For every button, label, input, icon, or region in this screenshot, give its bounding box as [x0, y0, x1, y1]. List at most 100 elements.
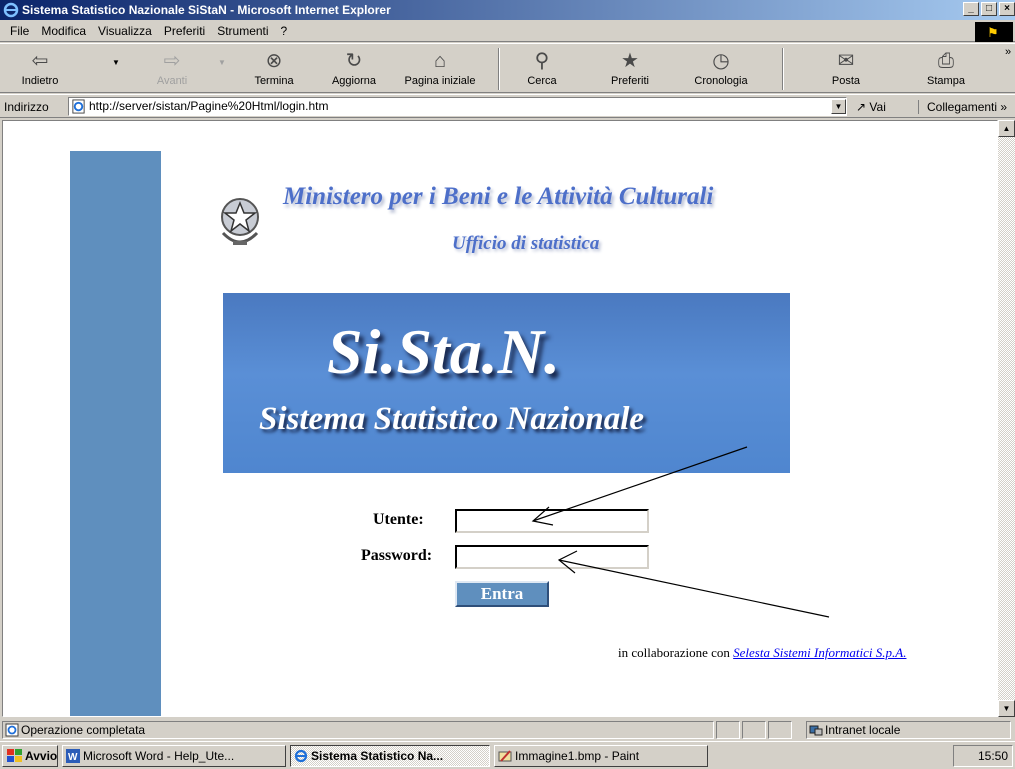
page-done-icon	[5, 723, 19, 737]
home-label: Pagina iniziale	[404, 75, 476, 87]
banner-title: Si.Sta.N.	[327, 316, 560, 387]
links-button[interactable]: Collegamenti »	[918, 100, 1007, 114]
zone-panel: Intranet locale	[806, 721, 1011, 739]
windows-flag-icon	[7, 749, 22, 762]
go-arrow-icon: ↗	[856, 100, 867, 114]
close-button[interactable]: ×	[999, 2, 1015, 16]
favorites-button[interactable]: ★ Preferiti	[598, 44, 662, 94]
svg-text:W: W	[68, 752, 78, 763]
collab-text: in collaborazione con	[618, 645, 730, 660]
start-button[interactable]: Avvio	[2, 745, 58, 767]
ie-logo-icon	[3, 2, 19, 18]
back-label: Indietro	[21, 75, 59, 87]
print-label: Stampa	[927, 75, 965, 87]
menu-modifica[interactable]: Modifica	[35, 24, 92, 38]
mail-button[interactable]: ✉ Posta	[814, 44, 878, 94]
status-panel-empty	[742, 721, 766, 739]
taskbar: Avvio W Microsoft Word - Help_Ute... Sis…	[0, 741, 1015, 769]
status-text: Operazione completata	[21, 723, 146, 737]
republic-emblem-icon	[221, 198, 259, 245]
address-dropdown-icon[interactable]: ▼	[831, 99, 846, 114]
stop-label: Termina	[254, 75, 294, 87]
refresh-icon: ↻	[345, 50, 363, 72]
sistan-banner: Si.Sta.N. Sistema Statistico Nazionale	[223, 293, 790, 473]
browser-window: Sistema Statistico Nazionale SiStaN - Mi…	[0, 0, 1015, 769]
favorites-label: Preferiti	[611, 75, 649, 87]
task-ie-label: Sistema Statistico Na...	[311, 749, 444, 763]
windows-logo-icon: ⚑	[975, 22, 1013, 42]
search-label: Cerca	[527, 75, 557, 87]
page-content: Ministero per i Beni e le Attività Cultu…	[2, 120, 998, 717]
back-arrow-icon: ⇦	[31, 50, 49, 72]
window-title: Sistema Statistico Nazionale SiStaN - Mi…	[22, 3, 391, 17]
task-ie[interactable]: Sistema Statistico Na...	[290, 745, 490, 767]
username-input[interactable]	[455, 509, 649, 533]
status-panel-empty	[716, 721, 740, 739]
print-button[interactable]: ⎙ Stampa	[914, 44, 978, 94]
intranet-zone-icon	[809, 725, 823, 736]
menu-bar: File Modifica Visualizza Preferiti Strum…	[0, 20, 1015, 42]
scroll-down-button[interactable]: ▼	[998, 700, 1015, 717]
menu-strumenti[interactable]: Strumenti	[211, 24, 274, 38]
username-label: Utente:	[373, 511, 424, 528]
paint-icon	[498, 750, 512, 762]
favorites-icon: ★	[621, 50, 639, 72]
menu-file[interactable]: File	[4, 24, 35, 38]
toolbar-more-icon[interactable]: »	[1005, 46, 1011, 58]
refresh-button[interactable]: ↻ Aggiorna	[322, 44, 386, 94]
go-button[interactable]: ↗ Vai	[856, 100, 886, 114]
stop-button[interactable]: ⊗ Termina	[242, 44, 306, 94]
go-label: Vai	[869, 100, 886, 114]
scroll-up-button[interactable]: ▲	[998, 120, 1015, 137]
history-label: Cronologia	[694, 75, 748, 87]
word-icon: W	[66, 749, 80, 763]
minimize-button[interactable]: _	[963, 2, 979, 16]
task-paint-label: Immagine1.bmp - Paint	[515, 749, 640, 763]
links-label: Collegamenti	[927, 100, 998, 114]
office-subtitle: Ufficio di statistica	[452, 233, 600, 254]
vertical-scrollbar[interactable]: ▲ ▼	[998, 120, 1015, 717]
back-dropdown-icon[interactable]: ▼	[112, 58, 120, 67]
toolbar-separator	[782, 48, 784, 90]
title-bar[interactable]: Sistema Statistico Nazionale SiStaN - Mi…	[0, 0, 1015, 20]
task-paint[interactable]: Immagine1.bmp - Paint	[494, 745, 708, 767]
menu-visualizza[interactable]: Visualizza	[92, 24, 158, 38]
mail-label: Posta	[831, 75, 861, 87]
ministry-title: Ministero per i Beni e le Attività Cultu…	[283, 183, 714, 210]
side-blue-bar	[70, 151, 161, 716]
history-button[interactable]: ◷ Cronologia	[686, 44, 756, 94]
back-button[interactable]: ⇦ Indietro	[8, 44, 72, 94]
home-button[interactable]: ⌂ Pagina iniziale	[400, 44, 480, 94]
menu-preferiti[interactable]: Preferiti	[158, 24, 211, 38]
menu-help[interactable]: ?	[275, 24, 294, 38]
task-word-label: Microsoft Word - Help_Ute...	[83, 749, 235, 763]
system-tray-clock[interactable]: 15:50	[953, 745, 1013, 767]
toolbar: ⇦ Indietro ▼ ⇨ Avanti ▼ ⊗ Termina ↻ Aggi…	[0, 43, 1015, 93]
status-bar: Operazione completata Intranet locale	[0, 718, 1015, 740]
login-button[interactable]: Entra	[455, 581, 549, 607]
collaboration-note: in collaborazione con Selesta Sistemi In…	[618, 645, 906, 661]
forward-dropdown-icon[interactable]: ▼	[218, 58, 226, 67]
mail-icon: ✉	[837, 50, 855, 72]
forward-label: Avanti	[156, 75, 188, 87]
maximize-button[interactable]: □	[981, 2, 997, 16]
forward-button[interactable]: ⇨ Avanti	[140, 44, 204, 94]
selesta-link[interactable]: Selesta Sistemi Informatici S.p.A.	[733, 645, 906, 660]
home-icon: ⌂	[433, 50, 447, 72]
page-icon	[72, 99, 85, 114]
start-label: Avvio	[25, 749, 58, 763]
password-label: Password:	[361, 547, 433, 564]
banner-subtitle: Sistema Statistico Nazionale	[259, 401, 645, 437]
ie-task-icon	[294, 749, 308, 763]
history-icon: ◷	[712, 50, 730, 72]
refresh-label: Aggiorna	[331, 75, 377, 87]
address-url: http://server/sistan/Pagine%20Html/login…	[89, 99, 329, 113]
print-icon: ⎙	[938, 50, 954, 72]
task-word[interactable]: W Microsoft Word - Help_Ute...	[62, 745, 286, 767]
password-input[interactable]	[455, 545, 649, 569]
address-label: Indirizzo	[4, 100, 49, 114]
zone-text: Intranet locale	[825, 723, 901, 737]
search-icon: ⚲	[534, 50, 550, 72]
address-input[interactable]: http://server/sistan/Pagine%20Html/login…	[68, 97, 847, 116]
search-button[interactable]: ⚲ Cerca	[510, 44, 574, 94]
